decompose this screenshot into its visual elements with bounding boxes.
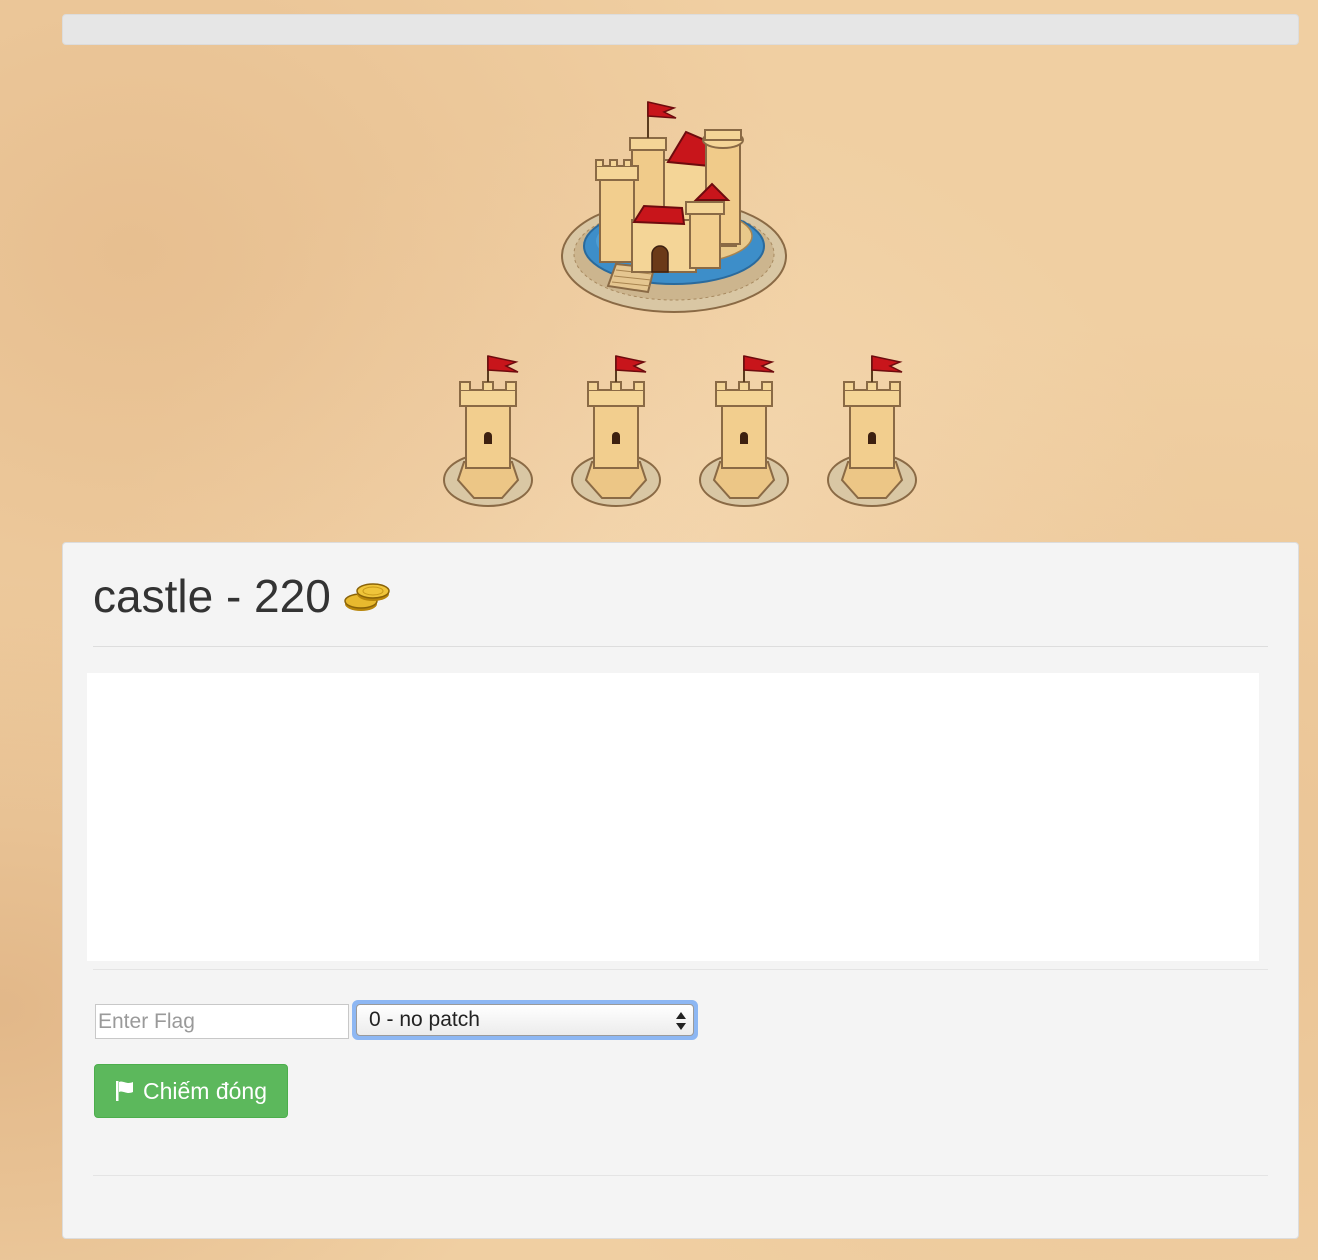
patch-select-box[interactable]: 0 - no patch: [356, 1004, 694, 1036]
building-name: castle - 220: [93, 570, 331, 622]
castle-image: [561, 101, 787, 313]
tower-image: [443, 355, 533, 507]
patch-select[interactable]: 0 - no patch: [352, 1000, 698, 1040]
capture-button[interactable]: Chiếm đóng: [94, 1064, 288, 1118]
page-title: castle - 220: [93, 573, 393, 619]
flag-input[interactable]: [95, 1004, 349, 1039]
select-arrows-icon: [676, 1012, 686, 1030]
gold-coins-icon: [344, 583, 390, 611]
divider: [93, 969, 1268, 970]
content-area: [87, 673, 1259, 961]
top-navbar: [62, 14, 1299, 45]
towers-row: [440, 352, 920, 512]
patch-selected-value: 0 - no patch: [369, 1008, 480, 1031]
flag-icon: [115, 1081, 133, 1101]
capture-button-label: Chiếm đóng: [142, 1077, 268, 1104]
divider: [93, 1175, 1268, 1176]
building-panel: castle - 220 0 - no patch Chiếm đóng: [62, 542, 1299, 1239]
divider: [93, 646, 1268, 647]
tower-image: [571, 355, 661, 507]
tower-image: [699, 355, 789, 507]
tower-image: [827, 355, 917, 507]
